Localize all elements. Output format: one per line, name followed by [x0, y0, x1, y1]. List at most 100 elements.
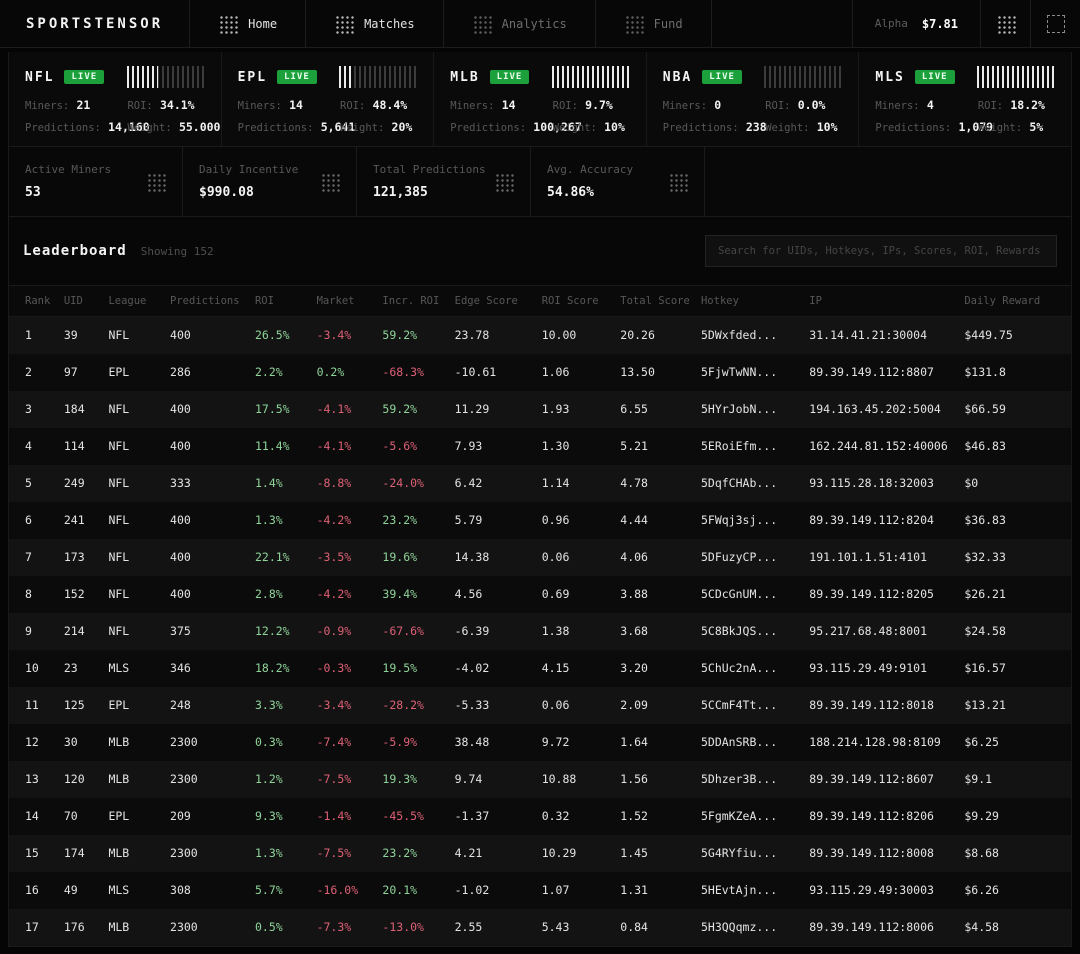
cell-incr-roi: -13.0% — [376, 909, 448, 946]
cell-edge-score: 11.29 — [449, 391, 536, 428]
sport-name: MLB — [450, 70, 479, 85]
roi-value: 9.7% — [585, 98, 613, 112]
column-header-edge-score[interactable]: Edge Score — [449, 286, 536, 317]
cell-roi: 0.5% — [249, 909, 311, 946]
fullscreen-button[interactable] — [1030, 0, 1080, 47]
grid-dots-icon — [996, 14, 1016, 34]
sport-card-mls: MLSLIVEMiners: 4ROI: 18.2%Predictions: 1… — [859, 52, 1071, 146]
miners-label: Miners: — [450, 100, 494, 112]
nav-item-home[interactable]: Home — [190, 0, 306, 47]
stat-row-filler — [705, 147, 1071, 216]
cell-ip: 162.244.81.152:40006 — [803, 428, 958, 465]
column-header-daily-reward[interactable]: Daily Reward — [958, 286, 1071, 317]
sport-card-top: MLBLIVE — [450, 66, 630, 88]
column-header-league[interactable]: League — [102, 286, 164, 317]
home-icon — [218, 14, 238, 34]
column-header-roi-score[interactable]: ROI Score — [536, 286, 615, 317]
column-header-ip[interactable]: IP — [803, 286, 958, 317]
weight-meter — [764, 66, 842, 88]
stat-card-value: 54.86% — [547, 185, 633, 200]
cell-roi: 1.2% — [249, 761, 311, 798]
table-row[interactable]: 1470EPL2099.3%-1.4%-45.5%-1.370.321.525F… — [9, 798, 1071, 835]
alpha-label: Alpha — [875, 17, 908, 30]
table-row[interactable]: 297EPL2862.2%0.2%-68.3%-10.611.0613.505F… — [9, 354, 1071, 391]
table-row[interactable]: 9214NFL37512.2%-0.9%-67.6%-6.391.383.685… — [9, 613, 1071, 650]
sport-name-wrap: MLBLIVE — [450, 70, 529, 85]
column-header-hotkey[interactable]: Hotkey — [695, 286, 803, 317]
cell-predictions: 375 — [164, 613, 249, 650]
cell-incr-roi: 19.5% — [376, 650, 448, 687]
cell-daily-reward: $16.57 — [958, 650, 1071, 687]
cell-roi: 2.2% — [249, 354, 311, 391]
column-header-incr-roi[interactable]: Incr. ROI — [376, 286, 448, 317]
weight-value: 20% — [392, 120, 413, 134]
grid-menu-button[interactable] — [980, 0, 1030, 47]
cell-daily-reward: $9.1 — [958, 761, 1071, 798]
table-row[interactable]: 11125EPL2483.3%-3.4%-28.2%-5.330.062.095… — [9, 687, 1071, 724]
table-row[interactable]: 8152NFL4002.8%-4.2%39.4%4.560.693.885CDc… — [9, 576, 1071, 613]
table-row[interactable]: 1230MLB23000.3%-7.4%-5.9%38.489.721.645D… — [9, 724, 1071, 761]
predictions-stat: Predictions: 5,641 — [238, 120, 334, 134]
cell-league: MLB — [102, 761, 164, 798]
cell-roi-score: 0.69 — [536, 576, 615, 613]
table-row[interactable]: 15174MLB23001.3%-7.5%23.2%4.2110.291.455… — [9, 835, 1071, 872]
column-header-roi[interactable]: ROI — [249, 286, 311, 317]
weight-meter — [127, 66, 205, 88]
table-row[interactable]: 17176MLB23000.5%-7.3%-13.0%2.555.430.845… — [9, 909, 1071, 946]
column-header-predictions[interactable]: Predictions — [164, 286, 249, 317]
leaderboard-header: Leaderboard Showing 152 — [9, 217, 1071, 286]
cell-daily-reward: $24.58 — [958, 613, 1071, 650]
cell-roi: 18.2% — [249, 650, 311, 687]
cell-market: -4.2% — [311, 576, 377, 613]
matches-icon — [334, 14, 354, 34]
cell-uid: 173 — [58, 539, 103, 576]
sport-card-nba: NBALIVEMiners: 0ROI: 0.0%Predictions: 23… — [647, 52, 860, 146]
roi-label: ROI: — [553, 100, 578, 112]
cell-daily-reward: $26.21 — [958, 576, 1071, 613]
column-header-uid[interactable]: UID — [58, 286, 103, 317]
cell-market: -3.5% — [311, 539, 377, 576]
table-row[interactable]: 7173NFL40022.1%-3.5%19.6%14.380.064.065D… — [9, 539, 1071, 576]
cell-predictions: 400 — [164, 428, 249, 465]
column-header-total-score[interactable]: Total Score — [614, 286, 695, 317]
cell-predictions: 400 — [164, 576, 249, 613]
table-row[interactable]: 1649MLS3085.7%-16.0%20.1%-1.021.071.315H… — [9, 872, 1071, 909]
cell-rank: 9 — [9, 613, 58, 650]
cell-league: NFL — [102, 502, 164, 539]
cell-roi: 26.5% — [249, 317, 311, 354]
column-header-market[interactable]: Market — [311, 286, 377, 317]
alpha-price-box: Alpha $7.81 — [852, 0, 980, 47]
table-row[interactable]: 4114NFL40011.4%-4.1%-5.6%7.931.305.215ER… — [9, 428, 1071, 465]
cell-uid: 114 — [58, 428, 103, 465]
nav-item-fund[interactable]: Fund — [596, 0, 712, 47]
sport-card-stats: Miners: 0ROI: 0.0%Predictions: 238Weight… — [663, 98, 843, 134]
cell-roi: 22.1% — [249, 539, 311, 576]
cell-roi-score: 10.29 — [536, 835, 615, 872]
cell-roi: 9.3% — [249, 798, 311, 835]
nav-item-matches[interactable]: Matches — [306, 0, 444, 47]
cell-uid: 23 — [58, 650, 103, 687]
brand-logo[interactable]: SPORTSTENSOR — [0, 0, 190, 47]
table-row[interactable]: 139NFL40026.5%-3.4%59.2%23.7810.0020.265… — [9, 317, 1071, 354]
cell-ip: 89.39.149.112:8205 — [803, 576, 958, 613]
roi-stat: ROI: 9.7% — [553, 98, 630, 112]
weight-meter — [339, 66, 417, 88]
cell-daily-reward: $46.83 — [958, 428, 1071, 465]
sport-name: NBA — [663, 70, 692, 85]
cell-incr-roi: 59.2% — [376, 391, 448, 428]
table-row[interactable]: 1023MLS34618.2%-0.3%19.5%-4.024.153.205C… — [9, 650, 1071, 687]
leaderboard-body: 139NFL40026.5%-3.4%59.2%23.7810.0020.265… — [9, 317, 1071, 946]
cell-daily-reward: $32.33 — [958, 539, 1071, 576]
cell-ip: 89.39.149.112:8807 — [803, 354, 958, 391]
table-row[interactable]: 3184NFL40017.5%-4.1%59.2%11.291.936.555H… — [9, 391, 1071, 428]
nav-item-analytics[interactable]: Analytics — [444, 0, 596, 47]
stat-cards-row: Active Miners53Daily Incentive$990.08Tot… — [9, 147, 1071, 217]
cell-roi-score: 10.88 — [536, 761, 615, 798]
leaderboard-search-input[interactable] — [705, 235, 1057, 267]
table-row[interactable]: 5249NFL3331.4%-8.8%-24.0%6.421.144.785Dq… — [9, 465, 1071, 502]
table-row[interactable]: 13120MLB23001.2%-7.5%19.3%9.7410.881.565… — [9, 761, 1071, 798]
table-row[interactable]: 6241NFL4001.3%-4.2%23.2%5.790.964.445FWq… — [9, 502, 1071, 539]
column-header-rank[interactable]: Rank — [9, 286, 58, 317]
sport-name-wrap: MLSLIVE — [875, 70, 954, 85]
cell-rank: 3 — [9, 391, 58, 428]
